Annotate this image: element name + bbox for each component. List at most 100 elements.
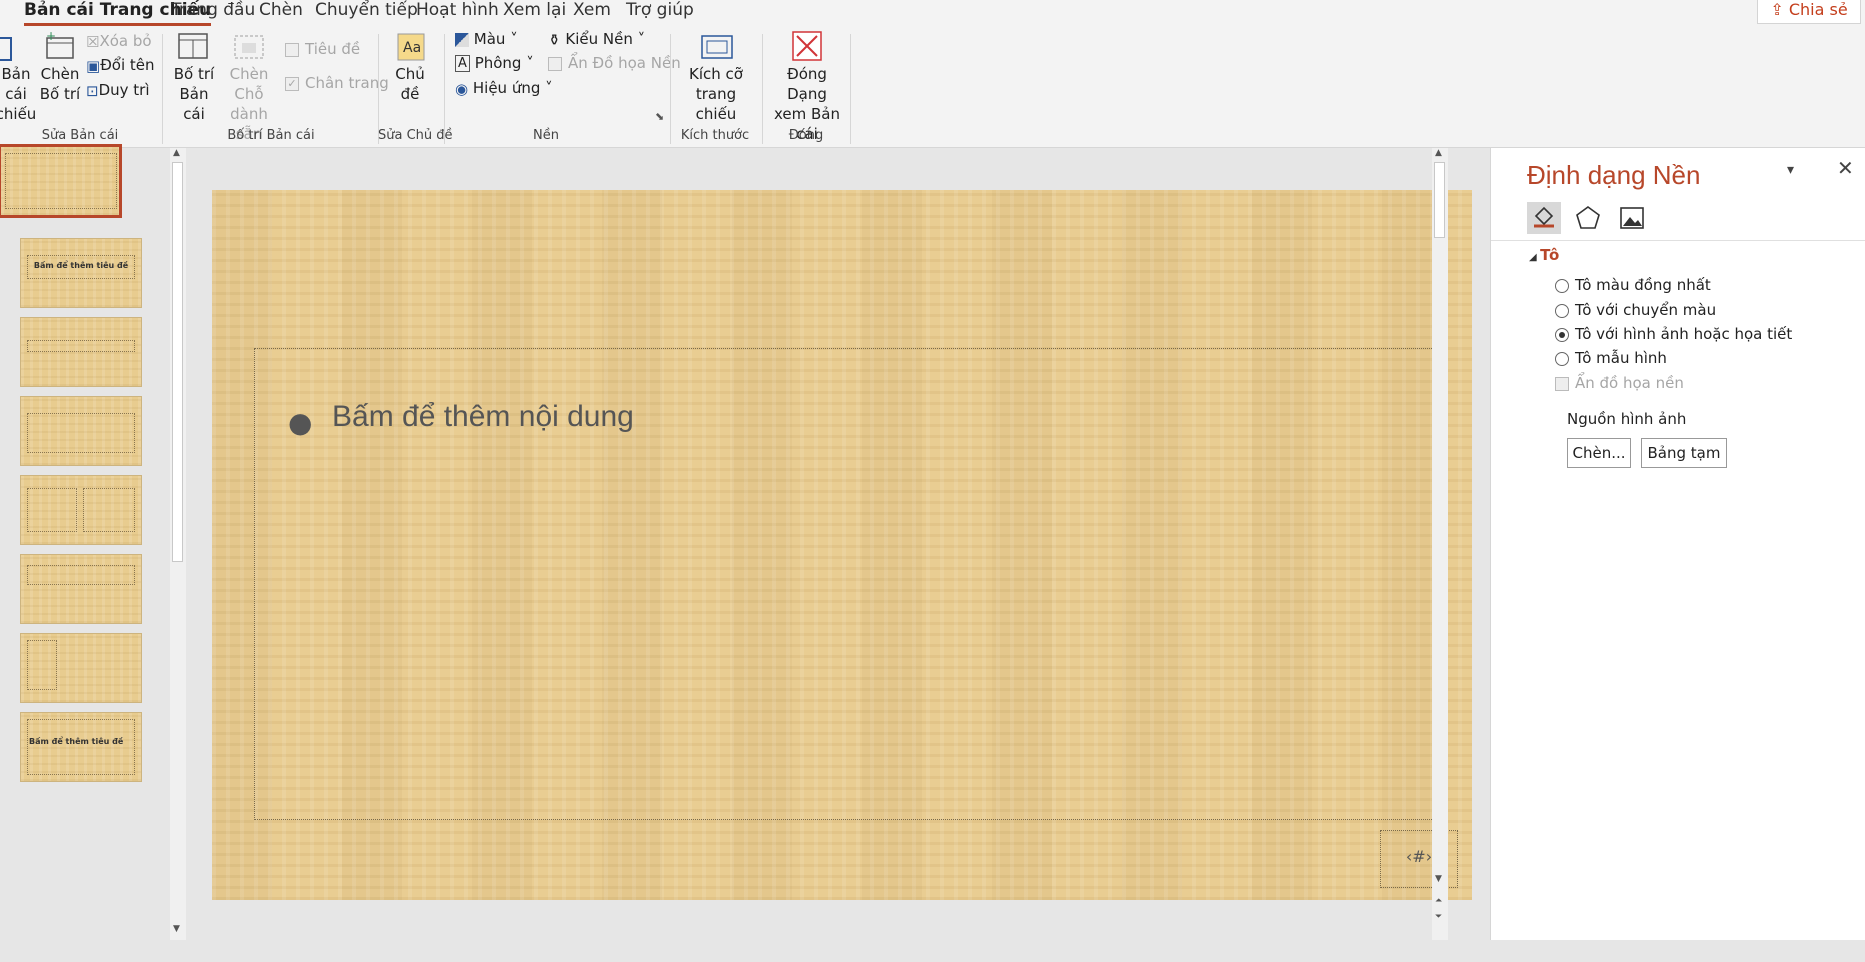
themes-button[interactable]: Chủ đề — [384, 64, 436, 104]
theme-icon: Aa — [396, 32, 426, 66]
pane-title: Định dạng Nền — [1527, 160, 1701, 190]
pane-options-icon[interactable]: ▾ — [1787, 162, 1794, 178]
slide-thumbnail-pane: Bấm để thêm tiêu đề Bấm để thêm tiêu đề … — [0, 144, 190, 940]
group-edit-master-label: Sửa Bản cái — [41, 128, 119, 143]
thumbnail-scrollbar[interactable]: ▲ ▼ — [170, 148, 186, 940]
ribbon: Bản cái chiếu + Chèn Bố trí ☒ Xóa bỏ ▣ Đ… — [0, 28, 1865, 148]
paint-bucket-icon: ⚱ — [548, 30, 561, 49]
scrollbar-thumb[interactable] — [172, 162, 183, 562]
hide-graphics-checkbox[interactable]: Ẩn đồ họa nền — [1555, 374, 1684, 392]
thumbnail-layout-2[interactable] — [20, 317, 142, 387]
gradient-fill-option[interactable]: Tô với chuyển màu — [1555, 301, 1716, 319]
pattern-fill-option[interactable]: Tô mẫu hình — [1555, 349, 1667, 367]
thumbnail-layout-1[interactable]: Bấm để thêm tiêu đề — [20, 238, 142, 308]
picture-tab-button[interactable] — [1615, 202, 1649, 234]
group-separator — [762, 34, 763, 144]
thumb-placeholder — [27, 640, 57, 690]
insert-layout-icon: + — [44, 29, 76, 66]
thumb-placeholder — [83, 488, 135, 532]
tab-insert[interactable]: Chèn — [259, 0, 303, 26]
tab-transitions[interactable]: Chuyển tiếp — [315, 0, 418, 26]
group-close-label: Đóng — [788, 128, 824, 143]
checkbox-icon — [1555, 376, 1569, 391]
radio-icon — [1555, 278, 1569, 293]
delete-button[interactable]: ☒ Xóa bỏ — [86, 32, 152, 51]
radio-selected-icon — [1555, 327, 1569, 342]
fonts-button[interactable]: A Phông ˅ — [455, 54, 534, 72]
picture-fill-option[interactable]: Tô với hình ảnh hoặc họa tiết — [1555, 325, 1792, 343]
thumbnail-layout-6[interactable] — [20, 633, 142, 703]
canvas-scrollbar[interactable]: ▲ ▼ ⏶ ⏷ — [1432, 148, 1448, 940]
svg-text:+: + — [46, 30, 56, 43]
close-icon[interactable]: ✕ — [1837, 156, 1854, 180]
thumb-placeholder — [27, 565, 135, 585]
thumb-title-text: Bấm để thêm tiêu đề — [29, 737, 124, 746]
share-label: Chia sẻ — [1788, 0, 1848, 19]
scrollbar-thumb[interactable] — [1434, 162, 1445, 238]
ribbon-tab-bar: Bản cái Trang chiếu Trang đầu Chèn Chuyể… — [0, 0, 1865, 28]
scroll-down-icon[interactable]: ▼ — [1435, 874, 1442, 884]
hide-background-graphics-checkbox[interactable]: Ẩn Đồ họa Nền — [548, 54, 681, 72]
insert-layout-button[interactable]: Chèn Bố trí — [36, 64, 84, 104]
insert-master-button[interactable]: Bản cái chiếu — [0, 64, 38, 124]
radio-icon — [1555, 303, 1569, 318]
tab-animations[interactable]: Hoạt hình — [416, 0, 499, 26]
previous-slide-icon[interactable]: ⏶ — [1435, 896, 1442, 906]
slide-master[interactable]: ● Bấm để thêm nội dung ‹#› — [212, 190, 1472, 900]
thumbnail-layout-7[interactable]: Bấm để thêm tiêu đề — [20, 712, 142, 782]
thumb-placeholder — [27, 413, 135, 453]
picture-source-label: Nguồn hình ảnh — [1567, 410, 1687, 428]
insert-picture-button[interactable]: Chèn... — [1567, 438, 1631, 468]
tab-help[interactable]: Trợ giúp — [626, 0, 694, 26]
master-layout-button[interactable]: Bố trí Bản cái — [168, 64, 220, 124]
thumbnail-layout-5[interactable] — [20, 554, 142, 624]
tab-review[interactable]: Xem lại — [503, 0, 566, 26]
background-styles-button[interactable]: ⚱ Kiểu Nền ˅ — [548, 30, 645, 49]
group-separator — [850, 34, 851, 144]
insert-master-icon — [0, 34, 14, 68]
format-background-pane: Định dạng Nền ▾ ✕ ◢ Tô Tô màu đồng nhất … — [1490, 148, 1865, 940]
thumbnail-layout-4[interactable] — [20, 475, 142, 545]
scroll-down-icon[interactable]: ▼ — [173, 924, 180, 934]
insert-placeholder-icon — [232, 30, 266, 66]
fill-section-header[interactable]: ◢ Tô — [1529, 246, 1559, 264]
picture-icon — [1620, 207, 1644, 229]
fonts-icon: A — [455, 55, 470, 72]
svg-text:Aa: Aa — [403, 40, 421, 56]
title-checkbox[interactable]: Tiêu đề — [285, 40, 360, 58]
thumb-placeholder — [27, 340, 135, 352]
scroll-up-icon[interactable]: ▲ — [173, 148, 180, 158]
slide-size-button[interactable]: Kích cỡ trang chiếu — [674, 64, 758, 124]
share-button[interactable]: ⇪ Chia sẻ — [1757, 0, 1861, 24]
rename-icon: ▣ — [86, 56, 101, 75]
thumbnail-master[interactable] — [0, 144, 122, 218]
preserve-button[interactable]: ⊡ Duy trì — [86, 81, 150, 100]
tab-view[interactable]: Xem — [573, 0, 611, 26]
next-slide-icon[interactable]: ⏷ — [1435, 912, 1442, 922]
group-master-layout-label: Bố trí Bản cái — [227, 128, 315, 143]
dialog-launcher-icon[interactable]: ⬊ — [655, 110, 664, 123]
clipboard-button[interactable]: Bảng tạm — [1641, 438, 1727, 468]
scroll-up-icon[interactable]: ▲ — [1435, 148, 1442, 158]
rename-button[interactable]: ▣ Đổi tên — [86, 56, 155, 75]
effects-button[interactable]: ◉ Hiệu ứng ˅ — [455, 79, 553, 98]
paint-bucket-icon — [1534, 206, 1554, 228]
tab-home[interactable]: Trang đầu — [171, 0, 255, 26]
pane-divider — [1491, 240, 1865, 241]
close-master-icon — [791, 30, 823, 66]
fill-tab-button[interactable] — [1527, 202, 1561, 234]
footer-checkbox[interactable]: ✓ Chân trang — [285, 74, 389, 92]
effects-tab-button[interactable] — [1571, 202, 1605, 234]
pin-icon: ⊡ — [86, 81, 99, 100]
share-icon: ⇪ — [1770, 0, 1789, 19]
thumb-title-text: Bấm để thêm tiêu đề — [33, 261, 129, 270]
group-background-label: Nền — [533, 128, 559, 143]
thumb-placeholder — [5, 153, 117, 209]
content-placeholder-text: Bấm để thêm nội dung — [332, 400, 634, 433]
master-layout-icon — [177, 32, 209, 64]
solid-fill-option[interactable]: Tô màu đồng nhất — [1555, 276, 1711, 294]
radio-icon — [1555, 351, 1569, 366]
colors-button[interactable]: Màu ˅ — [455, 30, 518, 48]
effects-icon: ◉ — [455, 79, 469, 98]
thumbnail-layout-3[interactable] — [20, 396, 142, 466]
